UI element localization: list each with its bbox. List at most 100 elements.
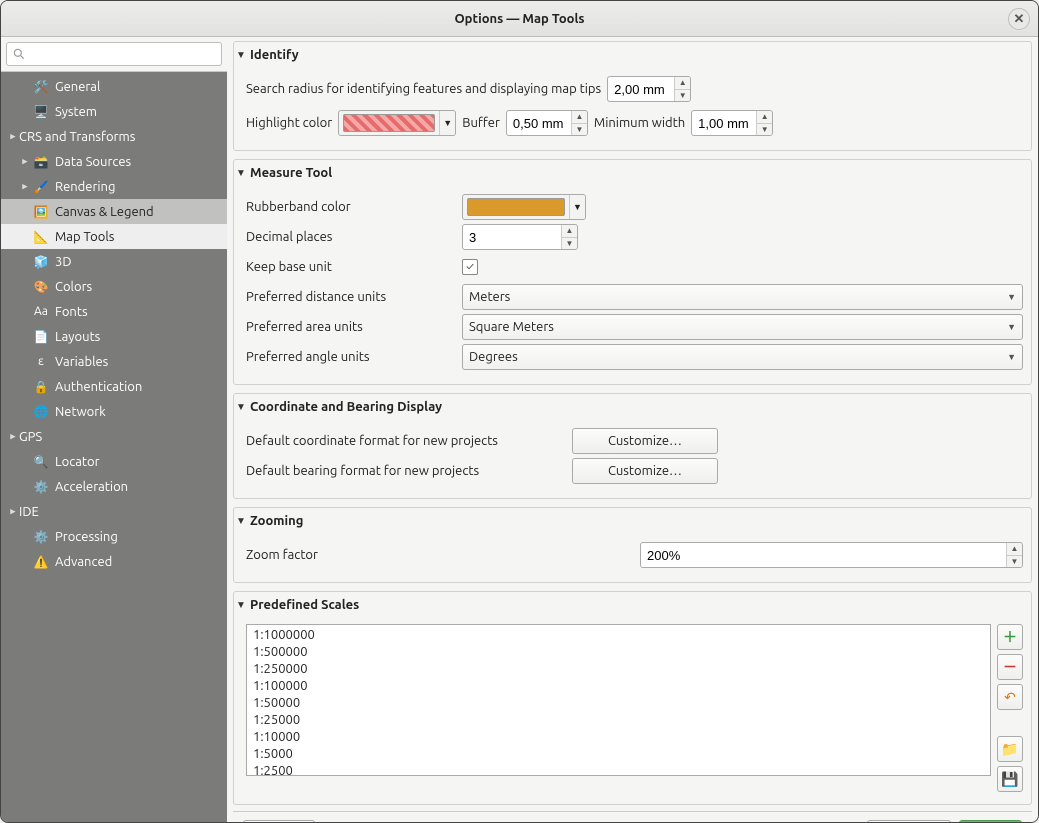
sidebar-item-fonts[interactable]: ▶AaFonts: [1, 299, 227, 324]
sidebar-item-colors[interactable]: ▶🎨Colors: [1, 274, 227, 299]
disclosure-icon: ▶: [7, 132, 19, 142]
sidebar-item-data-sources[interactable]: ▶🗃️Data Sources: [1, 149, 227, 174]
sidebar-item-network[interactable]: ▶🌐Network: [1, 399, 227, 424]
scale-item[interactable]: 1:1000000: [253, 627, 984, 644]
scale-export-button[interactable]: 💾: [997, 766, 1023, 792]
sidebar-item-map-tools[interactable]: ▶📐Map Tools: [1, 224, 227, 249]
highlight-color-swatch: [343, 114, 435, 132]
scale-reset-button[interactable]: ↶: [997, 684, 1023, 710]
scale-item[interactable]: 1:2500: [253, 763, 984, 776]
sidebar-item-label: IDE: [19, 505, 39, 519]
spin-up-icon[interactable]: ▲: [757, 111, 772, 124]
sidebar-item-canvas-legend[interactable]: ▶🖼️Canvas & Legend: [1, 199, 227, 224]
dropdown-icon: ▼: [1007, 322, 1016, 332]
preferred-area-value: Square Meters: [469, 320, 554, 334]
preferred-area-label: Preferred area units: [246, 320, 456, 334]
sidebar-item-authentication[interactable]: ▶🔒Authentication: [1, 374, 227, 399]
sidebar-item-label: General: [55, 80, 100, 94]
cancel-button[interactable]: ✕ Cancel: [867, 820, 951, 822]
scale-item[interactable]: 1:50000: [253, 695, 984, 712]
spin-down-icon[interactable]: ▼: [757, 124, 772, 136]
section-zoom-header[interactable]: ▼ Zooming: [234, 508, 1031, 534]
scale-item[interactable]: 1:5000: [253, 746, 984, 763]
dropdown-icon[interactable]: ▼: [439, 111, 455, 135]
sidebar-item-acceleration[interactable]: ▶⚙️Acceleration: [1, 474, 227, 499]
coord-customize-button[interactable]: Customize…: [572, 428, 718, 454]
bearing-customize-button[interactable]: Customize…: [572, 458, 718, 484]
save-icon: 💾: [1001, 771, 1018, 788]
spin-down-icon[interactable]: ▼: [1007, 556, 1022, 568]
sidebar-item-layouts[interactable]: ▶📄Layouts: [1, 324, 227, 349]
sidebar-item-crs-and-transforms[interactable]: ▶CRS and Transforms: [1, 124, 227, 149]
sidebar-item-ide[interactable]: ▶IDE: [1, 499, 227, 524]
sidebar-item-processing[interactable]: ▶⚙️Processing: [1, 524, 227, 549]
sidebar-item-label: Acceleration: [55, 480, 128, 494]
tree-icon: 🧊: [33, 254, 49, 270]
sidebar-item-variables[interactable]: ▶εVariables: [1, 349, 227, 374]
spin-up-icon[interactable]: ▲: [562, 225, 577, 238]
min-width-field[interactable]: ▲▼: [691, 110, 773, 136]
keep-base-unit-checkbox[interactable]: ✓: [462, 259, 478, 275]
scales-listbox[interactable]: 1:10000001:5000001:2500001:1000001:50000…: [246, 624, 991, 776]
keep-base-unit-label: Keep base unit: [246, 260, 456, 274]
dropdown-icon[interactable]: ▼: [569, 195, 585, 219]
spin-up-icon[interactable]: ▲: [1007, 543, 1022, 556]
sidebar-item-3d[interactable]: ▶🧊3D: [1, 249, 227, 274]
buffer-label: Buffer: [462, 116, 500, 130]
tree-icon: 📐: [33, 229, 49, 245]
spin-down-icon[interactable]: ▼: [675, 90, 690, 102]
sidebar-item-locator[interactable]: ▶🔍Locator: [1, 449, 227, 474]
scale-import-button[interactable]: 📁: [997, 736, 1023, 762]
sidebar-item-rendering[interactable]: ▶🖌️Rendering: [1, 174, 227, 199]
disclosure-icon: ▶: [7, 432, 19, 442]
scale-item[interactable]: 1:100000: [253, 678, 984, 695]
sidebar-item-gps[interactable]: ▶GPS: [1, 424, 227, 449]
rubberband-color-button[interactable]: ▼: [462, 194, 586, 220]
buffer-field[interactable]: ▲▼: [506, 110, 588, 136]
sidebar-item-label: Layouts: [55, 330, 100, 344]
tree-icon: ⚙️: [33, 479, 49, 495]
ok-button[interactable]: ✓ OK: [959, 820, 1022, 822]
search-radius-field[interactable]: ▲▼: [607, 76, 691, 102]
zoom-factor-input[interactable]: [641, 543, 1006, 567]
sidebar-item-label: GPS: [19, 430, 42, 444]
highlight-color-button[interactable]: ▼: [338, 110, 456, 136]
sidebar: ▶🛠️General▶🖥️System▶CRS and Transforms▶🗃…: [1, 37, 227, 822]
buffer-input[interactable]: [507, 111, 571, 135]
sidebar-item-label: Map Tools: [55, 230, 114, 244]
scale-add-button[interactable]: ＋: [997, 624, 1023, 650]
scale-item[interactable]: 1:25000: [253, 712, 984, 729]
preferred-angle-combo[interactable]: Degrees ▼: [462, 344, 1023, 370]
minus-icon: －: [1003, 657, 1017, 677]
sidebar-tree: ▶🛠️General▶🖥️System▶CRS and Transforms▶🗃…: [1, 72, 227, 822]
scale-remove-button[interactable]: －: [997, 654, 1023, 680]
spin-up-icon[interactable]: ▲: [572, 111, 587, 124]
sidebar-item-general[interactable]: ▶🛠️General: [1, 74, 227, 99]
scale-item[interactable]: 1:10000: [253, 729, 984, 746]
dialog-footer: ? Help ✕ Cancel ✓ OK: [233, 811, 1032, 822]
zoom-factor-field[interactable]: ▲▼: [640, 542, 1023, 568]
section-scales-header[interactable]: ▼ Predefined Scales: [234, 592, 1031, 618]
section-measure-header[interactable]: ▼ Measure Tool: [234, 160, 1031, 186]
spin-down-icon[interactable]: ▼: [572, 124, 587, 136]
window-close-button[interactable]: ✕: [1008, 8, 1030, 30]
preferred-area-combo[interactable]: Square Meters ▼: [462, 314, 1023, 340]
search-input[interactable]: [6, 42, 222, 66]
spin-up-icon[interactable]: ▲: [675, 77, 690, 90]
scale-item[interactable]: 1:250000: [253, 661, 984, 678]
bearing-format-label: Default bearing format for new projects: [246, 464, 566, 478]
tree-icon: ε: [33, 354, 49, 370]
section-identify-header[interactable]: ▼ Identify: [234, 42, 1031, 68]
decimal-places-input[interactable]: [463, 225, 561, 249]
section-coord-header[interactable]: ▼ Coordinate and Bearing Display: [234, 394, 1031, 420]
sidebar-item-advanced[interactable]: ▶⚠️Advanced: [1, 549, 227, 574]
decimal-places-field[interactable]: ▲▼: [462, 224, 578, 250]
help-button[interactable]: ? Help: [243, 820, 315, 822]
spin-down-icon[interactable]: ▼: [562, 238, 577, 250]
scale-item[interactable]: 1:500000: [253, 644, 984, 661]
disclosure-triangle-icon: ▼: [236, 599, 250, 611]
min-width-input[interactable]: [692, 111, 756, 135]
preferred-distance-combo[interactable]: Meters ▼: [462, 284, 1023, 310]
search-radius-input[interactable]: [608, 77, 674, 101]
sidebar-item-system[interactable]: ▶🖥️System: [1, 99, 227, 124]
